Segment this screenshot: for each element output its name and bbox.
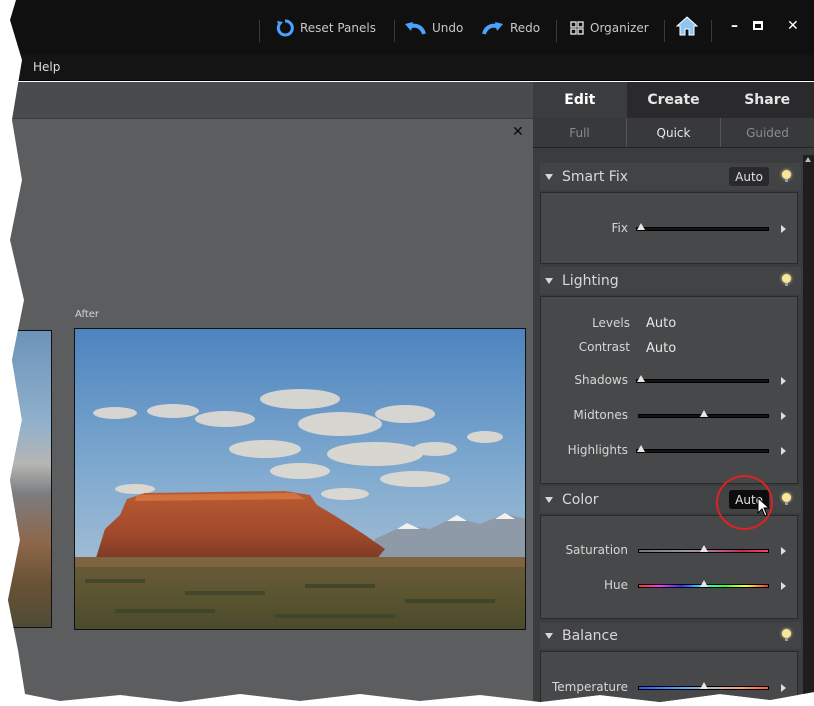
slider-arrow-icon[interactable] <box>781 412 786 420</box>
slider-thumb[interactable] <box>699 682 708 689</box>
reset-panels-button[interactable]: Reset Panels <box>276 18 376 38</box>
balance-header[interactable]: Balance <box>540 622 801 649</box>
undo-label: Undo <box>432 21 464 35</box>
smart-fix-header[interactable]: Smart Fix Auto <box>540 163 801 190</box>
slider-thumb[interactable] <box>699 545 708 552</box>
midtones-label: Midtones <box>573 408 628 422</box>
slider-thumb[interactable] <box>637 223 645 230</box>
tip-bulb-icon[interactable] <box>782 629 791 641</box>
highlights-slider[interactable] <box>636 445 769 453</box>
saturation-slider[interactable] <box>638 545 769 553</box>
close-view-button[interactable]: ✕ <box>512 124 524 140</box>
toolbar-separator <box>394 20 395 42</box>
after-photo <box>74 328 526 630</box>
hue-slider[interactable] <box>638 580 769 588</box>
subtab-quick[interactable]: Quick <box>627 118 721 147</box>
undo-icon <box>404 20 426 36</box>
close-icon: ✕ <box>512 124 524 140</box>
organizer-label: Organizer <box>590 21 649 35</box>
contrast-auto-button[interactable]: Auto <box>646 341 676 356</box>
tab-edit[interactable]: Edit <box>533 82 627 118</box>
subtab-full[interactable]: Full <box>533 118 627 147</box>
collapse-triangle-icon[interactable] <box>545 173 553 180</box>
smart-fix-auto-button[interactable]: Auto <box>729 167 769 186</box>
close-window-button[interactable]: ✕ <box>787 18 799 34</box>
tab-share[interactable]: Share <box>720 82 814 118</box>
shadows-slider[interactable] <box>636 375 769 383</box>
redo-button[interactable]: Redo <box>482 18 540 38</box>
tab-create[interactable]: Create <box>627 82 721 118</box>
slider-thumb[interactable] <box>699 580 708 587</box>
before-photo <box>8 330 52 628</box>
slider-thumb[interactable] <box>637 375 645 382</box>
highlights-label: Highlights <box>567 443 628 457</box>
close-icon: ✕ <box>787 18 799 34</box>
slider-arrow-icon[interactable] <box>781 377 786 385</box>
midtones-slider[interactable] <box>638 410 769 418</box>
home-button[interactable] <box>676 16 698 36</box>
mouse-cursor-icon <box>757 496 771 520</box>
tip-bulb-icon[interactable] <box>782 493 791 505</box>
lighting-header[interactable]: Lighting <box>540 267 801 294</box>
canvas-options-bar <box>8 82 533 119</box>
slider-thumb[interactable] <box>699 410 708 417</box>
subtab-guided[interactable]: Guided <box>721 118 814 147</box>
menu-bar: Help <box>8 55 814 81</box>
panel-scrollbar[interactable] <box>803 155 814 702</box>
shadows-label: Shadows <box>574 373 628 387</box>
slider-arrow-icon[interactable] <box>781 582 786 590</box>
toolbar-separator <box>259 20 260 42</box>
slider-arrow-icon[interactable] <box>781 447 786 455</box>
app-window: Reset Panels Undo Redo Organizer – ✕ Hel… <box>8 0 814 702</box>
reset-icon <box>276 19 294 37</box>
reset-panels-label: Reset Panels <box>300 21 376 35</box>
home-icon <box>676 15 698 37</box>
maximize-button[interactable] <box>753 21 763 30</box>
saturation-label: Saturation <box>565 543 628 557</box>
after-label: After <box>75 309 100 320</box>
lighting-title: Lighting <box>562 272 619 289</box>
fix-slider[interactable] <box>636 223 769 231</box>
tip-bulb-icon[interactable] <box>782 170 791 182</box>
temperature-slider[interactable] <box>638 682 769 690</box>
hue-label: Hue <box>603 578 628 592</box>
minimize-icon: – <box>731 18 738 34</box>
toolbar-separator <box>556 20 557 42</box>
slider-arrow-icon[interactable] <box>781 547 786 555</box>
slider-thumb[interactable] <box>637 445 645 452</box>
collapse-triangle-icon[interactable] <box>545 496 553 503</box>
toolbar-separator <box>711 20 712 42</box>
collapse-triangle-icon[interactable] <box>545 632 553 639</box>
edit-subtabs: Full Quick Guided <box>533 118 814 148</box>
mode-tabs: Edit Create Share <box>533 82 814 118</box>
organizer-icon <box>570 21 584 35</box>
redo-icon <box>482 20 504 36</box>
smart-fix-title: Smart Fix <box>562 168 629 185</box>
levels-label: Levels <box>592 316 630 330</box>
temperature-label: Temperature <box>551 680 628 694</box>
color-title: Color <box>562 491 599 508</box>
redo-label: Redo <box>510 21 541 35</box>
title-bar: Reset Panels Undo Redo Organizer – ✕ <box>8 0 814 55</box>
slider-arrow-icon[interactable] <box>781 225 786 233</box>
balance-title: Balance <box>562 627 618 644</box>
fix-label: Fix <box>611 221 628 235</box>
organizer-button[interactable]: Organizer <box>570 18 649 38</box>
minimize-button[interactable]: – <box>731 18 738 34</box>
slider-arrow-icon[interactable] <box>781 684 786 692</box>
levels-auto-button[interactable]: Auto <box>646 316 676 331</box>
scroll-up-icon[interactable] <box>805 157 811 162</box>
menu-help[interactable]: Help <box>33 60 60 74</box>
color-body <box>540 515 798 619</box>
toolbar-separator <box>664 20 665 42</box>
contrast-label: Contrast <box>578 340 630 354</box>
balance-body <box>540 651 798 702</box>
collapse-triangle-icon[interactable] <box>545 277 553 284</box>
tip-bulb-icon[interactable] <box>782 274 791 286</box>
undo-button[interactable]: Undo <box>404 18 463 38</box>
